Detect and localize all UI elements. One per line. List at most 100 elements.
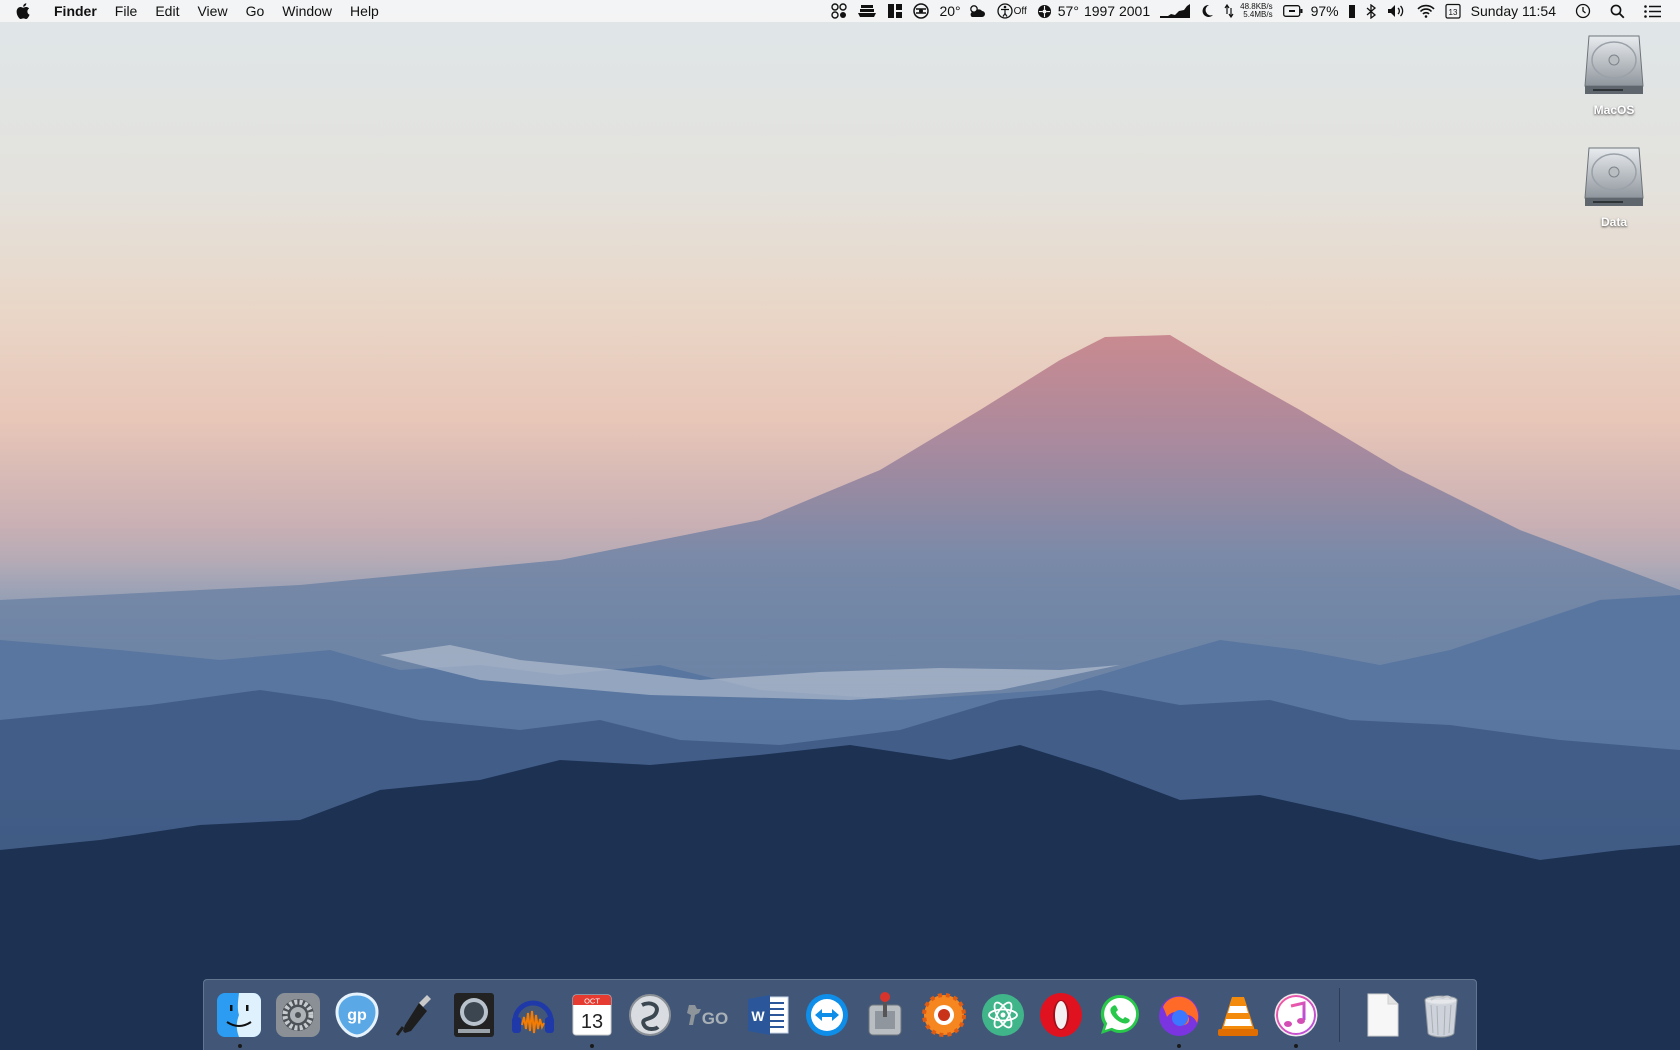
dock-separator [1338, 988, 1340, 1042]
clock[interactable]: Sunday 11:54 [1471, 3, 1556, 19]
calendar-icon: OCT 13 [572, 994, 612, 1036]
running-indicator [589, 1044, 594, 1048]
teamviewer-icon [805, 994, 848, 1036]
net-down-speed: 5.4MB/s [1243, 10, 1273, 19]
logic-pro-icon [454, 993, 495, 1037]
dock-item-finder[interactable] [212, 985, 268, 1048]
battery-status[interactable]: 97% [1282, 3, 1339, 19]
menu-edit[interactable]: Edit [146, 0, 188, 22]
whatsapp-icon [1101, 994, 1140, 1034]
calendar-small-day: 13 [1448, 8, 1457, 17]
firefox-icon [1158, 996, 1199, 1036]
running-indicator [1177, 1044, 1182, 1048]
dock-item-xnview[interactable] [916, 985, 972, 1045]
partly-cloudy-icon [969, 5, 985, 17]
dock-item-trash[interactable] [1413, 985, 1469, 1045]
hard-drive-icon [1584, 35, 1644, 94]
dock-item-opera[interactable] [1034, 985, 1090, 1045]
menu-go[interactable]: Go [237, 0, 274, 22]
csgo-icon: GO [687, 1005, 728, 1028]
weather-temp-label: 20° [939, 3, 961, 19]
trash-icon [1424, 995, 1458, 1038]
volume-icon[interactable] [1387, 4, 1407, 18]
guitar-pro-icon: gp [335, 992, 379, 1038]
dock-item-teamviewer[interactable] [799, 985, 855, 1045]
menu-file[interactable]: File [106, 0, 147, 22]
transmission-icon [868, 992, 902, 1036]
bluetooth-icon[interactable] [1365, 3, 1377, 19]
caffeine-toggle[interactable]: Off [996, 3, 1027, 19]
boat-icon[interactable] [857, 4, 877, 18]
apple-menu[interactable] [0, 3, 46, 19]
cpu-graph-icon[interactable] [1160, 4, 1191, 18]
dock-item-itunes[interactable] [1268, 985, 1324, 1048]
xnview-icon [922, 993, 967, 1037]
accessibility-icon [996, 3, 1013, 19]
dock-item-transmission[interactable] [858, 985, 914, 1045]
csgo-label: GO [702, 1009, 728, 1028]
fan-icon [1037, 4, 1051, 18]
audacity-icon [511, 1000, 554, 1034]
dock-item-whatsapp[interactable] [1092, 985, 1148, 1045]
audio-jack-icon [396, 995, 432, 1036]
desktop-icon-data[interactable]: Data [1569, 142, 1659, 229]
dock: gp OCT 13 GO W [203, 979, 1477, 1050]
desktop-icon-label: MacOS [1593, 103, 1635, 117]
caffeine-state: Off [1013, 5, 1027, 17]
hard-drive-icon [1584, 147, 1644, 206]
itunes-icon [1274, 993, 1318, 1037]
fan-speeds: 1997 2001 [1083, 3, 1151, 19]
dock-item-logic-pro[interactable] [446, 985, 502, 1045]
word-letter: W [751, 1008, 765, 1024]
desktop-icon-macos[interactable]: MacOS [1569, 30, 1659, 117]
dock-item-screenflow[interactable] [622, 985, 678, 1045]
battery-percent: 97% [1310, 3, 1339, 19]
dock-item-audio-jack[interactable] [388, 985, 444, 1045]
menu-view[interactable]: View [188, 0, 236, 22]
window-layout-icon[interactable] [887, 3, 903, 19]
control-center-icon[interactable] [831, 3, 848, 19]
vpn-globe-icon[interactable] [913, 3, 930, 19]
dock-item-vlc[interactable] [1210, 985, 1266, 1045]
calendar-small-icon: 13 [1445, 3, 1461, 19]
document-icon [1367, 993, 1399, 1037]
menu-help[interactable]: Help [341, 0, 388, 22]
moon-icon[interactable] [1200, 4, 1214, 18]
word-icon: W [747, 995, 789, 1035]
wifi-icon[interactable] [1417, 4, 1435, 18]
dock-item-calendar[interactable]: OCT 13 [564, 985, 620, 1048]
dock-item-word[interactable]: W [740, 985, 796, 1045]
desktop[interactable]: Finder File Edit View Go Window Help 20° [0, 0, 1680, 1050]
network-monitor[interactable]: 48.8KB/s 5.4MB/s [1224, 3, 1273, 19]
svg-text:gp: gp [347, 1007, 367, 1024]
sensor-temp: 57° [1057, 3, 1079, 19]
battery-bar-icon[interactable] [1348, 4, 1355, 18]
calendar-month: OCT [584, 997, 600, 1006]
desktop-icon-label: Data [1600, 215, 1627, 229]
battery-icon [1282, 5, 1303, 17]
spotlight-search-icon[interactable] [1610, 4, 1625, 19]
vlc-icon [1217, 997, 1258, 1036]
sensors-readout[interactable]: 57° 1997 2001 [1037, 3, 1150, 19]
menu-app-finder[interactable]: Finder [46, 0, 106, 22]
dock-item-documents[interactable] [1354, 985, 1410, 1045]
menu-window[interactable]: Window [273, 0, 341, 22]
dock-item-atom[interactable] [975, 985, 1031, 1045]
dock-item-guitar-pro[interactable]: gp [329, 985, 385, 1045]
time-machine-icon[interactable] [1575, 3, 1591, 19]
finder-icon [217, 993, 262, 1037]
dock-item-csgo[interactable]: GO [681, 985, 737, 1045]
weather-temp[interactable]: 20° [939, 3, 986, 19]
notification-center-icon[interactable] [1644, 4, 1661, 18]
running-indicator [237, 1044, 242, 1048]
calendar-day: 13 [580, 1011, 602, 1033]
atom-icon [981, 994, 1024, 1036]
running-indicator [1294, 1044, 1299, 1048]
calendar-menu[interactable]: 13 [1445, 3, 1461, 19]
dock-item-system-preferences[interactable] [270, 985, 326, 1045]
opera-icon [1040, 993, 1083, 1037]
dock-item-audacity[interactable] [505, 985, 561, 1045]
apple-icon [16, 3, 30, 19]
menu-bar: Finder File Edit View Go Window Help 20° [0, 0, 1680, 22]
dock-item-firefox[interactable] [1151, 985, 1207, 1048]
